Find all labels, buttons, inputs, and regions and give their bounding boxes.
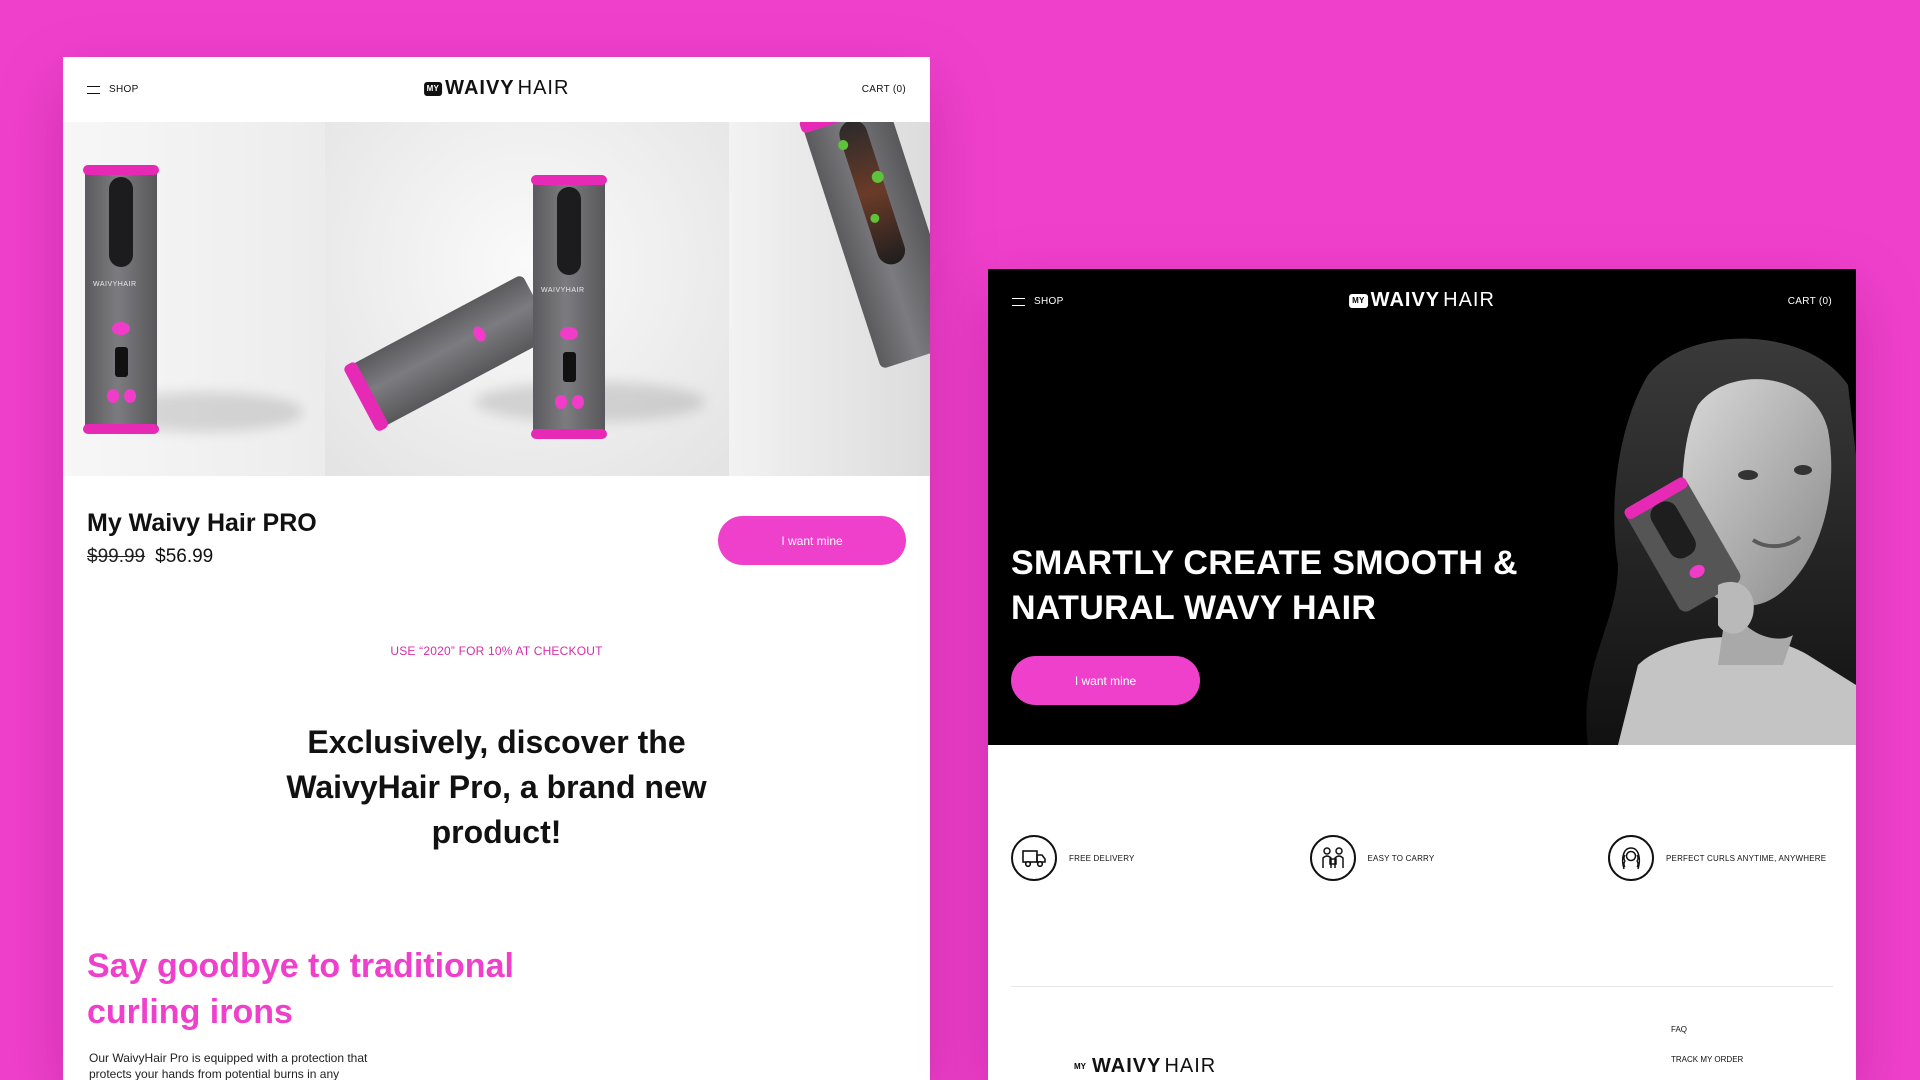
sale-price: $56.99 — [155, 546, 214, 567]
product-title: My Waivy Hair PRO — [87, 509, 317, 537]
hamburger-icon — [1012, 297, 1025, 306]
hamburger-icon — [87, 85, 100, 94]
hero-section: SHOP MY WAIVY HAIR CART (0) SMARTLY CREA… — [988, 269, 1856, 745]
product-image-closeup — [729, 122, 930, 476]
product-page-mockup: SHOP MY WAIVY HAIR CART (0) WAIVYHAIR WA… — [63, 57, 930, 1080]
product-image-pair: WAIVYHAIR — [325, 122, 729, 476]
brand-logo[interactable]: MY WAIVY HAIR — [1349, 289, 1495, 312]
product-image-front: WAIVYHAIR — [63, 122, 325, 476]
shop-menu[interactable]: SHOP — [1012, 296, 1064, 307]
feature-item: FREE DELIVERY — [1011, 835, 1281, 881]
promo-code-banner: USE “2020” FOR 10% AT CHECKOUT — [390, 644, 603, 658]
shop-label: SHOP — [109, 84, 139, 95]
cart-link[interactable]: CART (0) — [862, 84, 906, 95]
landing-page-mockup: SHOP MY WAIVY HAIR CART (0) SMARTLY CREA… — [988, 269, 1856, 1080]
footer-divider — [1011, 986, 1833, 987]
curler-device-standing: WAIVYHAIR — [531, 175, 607, 439]
shop-label: SHOP — [1034, 296, 1064, 307]
shop-menu[interactable]: SHOP — [87, 84, 139, 95]
carry-icon — [1309, 835, 1356, 881]
feature-item: EASY TO CARRY — [1309, 835, 1580, 881]
brand-logo[interactable]: MY WAIVY HAIR — [423, 77, 570, 100]
hero-headline: SMARTLY CREATE SMOOTH & NATURAL WAVY HAI… — [1011, 544, 1518, 627]
feature-description: Our WaivyHair Pro is equipped with a pro… — [89, 1051, 368, 1080]
faq-link[interactable]: FAQ — [1671, 1025, 1743, 1034]
curls-icon — [1608, 835, 1654, 881]
top-nav: SHOP MY WAIVY HAIR CART (0) — [63, 57, 930, 122]
delivery-truck-icon — [1011, 835, 1057, 881]
original-price: $99.99 — [87, 546, 146, 567]
curler-device-illustration: WAIVYHAIR — [83, 165, 159, 434]
section-headline: Exclusively, discover the WaivyHair Pro,… — [286, 724, 707, 850]
i-want-mine-button[interactable]: I want mine — [1011, 656, 1200, 705]
price-row: $99.99 $56.99 — [87, 546, 213, 568]
feature-item: PERFECT CURLS ANYTIME, ANYWHERE — [1608, 835, 1833, 881]
cart-link[interactable]: CART (0) — [1788, 296, 1832, 307]
footer-brand-logo[interactable]: MY WAIVY HAIR — [1071, 1055, 1216, 1078]
footer-links: FAQ TRACK MY ORDER — [1671, 1025, 1743, 1064]
track-my-order-link[interactable]: TRACK MY ORDER — [1671, 1055, 1743, 1064]
feature-list: FREE DELIVERY EASY TO CARRY PERFECT CURL… — [1011, 835, 1833, 881]
model-portrait-image — [1578, 335, 1856, 745]
curler-device-closeup — [798, 122, 930, 370]
i-want-mine-button[interactable]: I want mine — [718, 516, 906, 565]
product-gallery: WAIVYHAIR WAIVYHAIR — [63, 122, 930, 476]
top-nav: SHOP MY WAIVY HAIR CART (0) — [988, 269, 1856, 334]
feature-heading: Say goodbye to traditional curling irons — [87, 947, 514, 1031]
